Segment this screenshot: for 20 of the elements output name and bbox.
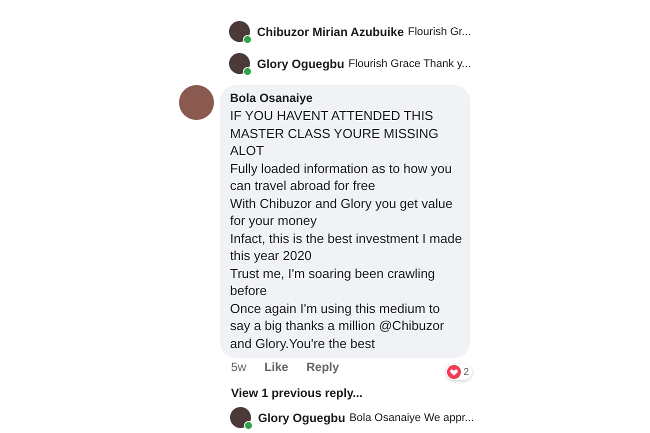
reply-author[interactable]: Glory Oguegbu <box>258 410 346 424</box>
comment-text: IF YOU HAVENT ATTENDED THIS MASTER CLASS YOURE MISSING ALOT <box>230 107 440 160</box>
avatar <box>179 85 214 120</box>
comment-text: Fully loaded information as to how you can travel abroad for free <box>230 160 453 194</box>
comment-text: Trust me, I'm soaring been crawling before <box>230 264 436 300</box>
comment-author[interactable]: Bola Osanaiye <box>230 91 462 105</box>
comment-action-link[interactable]: Like <box>264 360 288 374</box>
comment-text: Once again I'm using this medium to say a big thanks a million @Chibuzor and Glory.You're the best <box>230 300 446 352</box>
reply-author[interactable]: Chibuzor Mirian Azubuike <box>257 24 404 38</box>
comment-action-link[interactable]: Reply <box>306 360 340 374</box>
comment-text: Infact, this is the best investment I made this year 2020 <box>230 230 462 264</box>
comment-text: With Chibuzor and Glory you get value for your money <box>230 194 454 230</box>
view-replies-link[interactable]: View 1 previous reply... <box>231 386 474 400</box>
reaction-badge[interactable]: 2 <box>446 364 472 380</box>
reply-preview[interactable]: Bola Osanaiye We appr... <box>349 412 474 424</box>
reply-preview[interactable]: Flourish Grace Thank y... <box>348 58 471 70</box>
reply-preview[interactable]: Flourish Gr... <box>408 26 471 38</box>
reaction-count: 2 <box>463 366 469 378</box>
reply-author[interactable]: Glory Oguegbu <box>257 56 344 70</box>
comment-time: 5w <box>231 360 246 374</box>
